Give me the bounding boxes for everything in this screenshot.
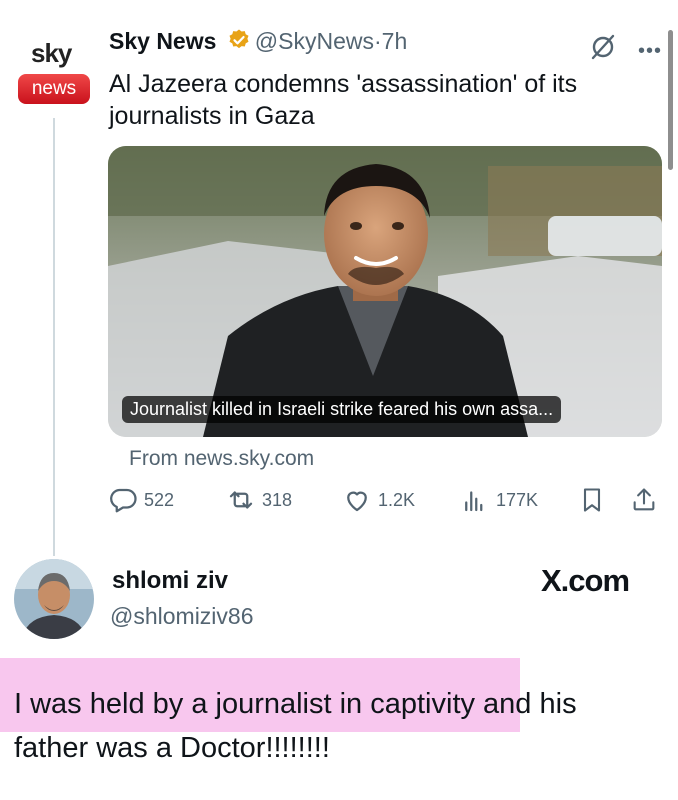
- like-count: 1.2K: [378, 489, 416, 510]
- reply-author-name[interactable]: shlomi ziv: [112, 567, 228, 595]
- x-brand-label: X.com: [541, 563, 630, 598]
- thread-line: [53, 118, 55, 556]
- tweet-text: Al Jazeera condemns 'assassination' of i…: [109, 70, 578, 130]
- sky-news-avatar[interactable]: sky news: [18, 38, 94, 112]
- link-card[interactable]: Journalist killed in Israeli strike fear…: [108, 146, 662, 437]
- more-options-icon[interactable]: •••: [638, 40, 662, 63]
- sky-logo-word: sky: [31, 38, 72, 68]
- share-icon: [633, 488, 655, 511]
- author-handle[interactable]: @SkyNews: [255, 28, 374, 54]
- scrollbar[interactable]: [668, 30, 673, 170]
- tweet-header: Sky News @SkyNews·7h: [109, 28, 407, 58]
- news-logo-pill: news: [18, 74, 90, 104]
- card-source-link[interactable]: From news.sky.com: [129, 447, 314, 471]
- share-button[interactable]: [630, 485, 664, 515]
- reply-button[interactable]: 522: [108, 485, 174, 515]
- reply-author-handle[interactable]: @shlomiziv86: [110, 603, 254, 630]
- views-button[interactable]: 177K: [460, 485, 538, 515]
- like-button[interactable]: 1.2K: [342, 485, 415, 515]
- repost-icon: [229, 491, 253, 509]
- views-count: 177K: [496, 489, 539, 510]
- reply-text: I was held by a journalist in captivity …: [14, 688, 577, 764]
- repost-count: 318: [262, 489, 293, 510]
- reply-icon: [110, 488, 137, 513]
- verified-badge-icon: [227, 28, 251, 58]
- dot-separator: ·: [374, 28, 382, 54]
- reply-count: 522: [144, 489, 175, 510]
- bookmark-icon: [583, 488, 601, 512]
- author-name[interactable]: Sky News: [109, 28, 216, 54]
- reply-avatar[interactable]: [14, 559, 94, 639]
- grok-icon[interactable]: [588, 32, 618, 67]
- bookmark-button[interactable]: [578, 485, 612, 515]
- heart-icon: [347, 491, 367, 512]
- post-time[interactable]: 7h: [382, 28, 408, 54]
- card-caption: Journalist killed in Israeli strike fear…: [122, 396, 562, 423]
- card-image: [108, 146, 662, 437]
- repost-button[interactable]: 318: [226, 485, 292, 515]
- views-icon: [465, 491, 483, 512]
